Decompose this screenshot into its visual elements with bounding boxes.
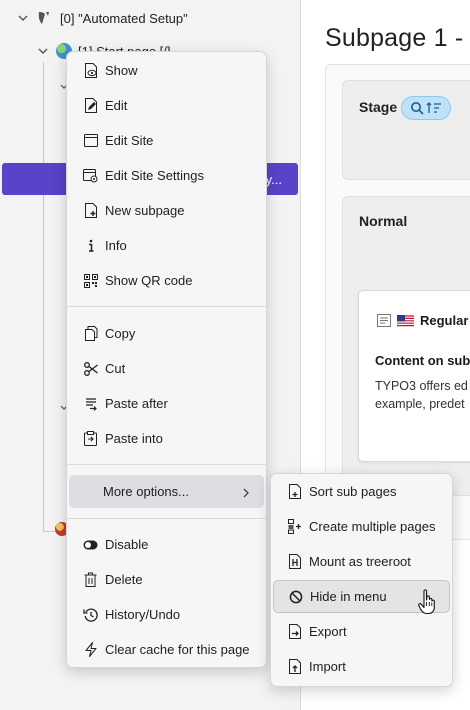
menu-item-label: Disable — [105, 537, 149, 552]
menu-item-show-qr-code[interactable]: Show QR code — [69, 264, 264, 297]
paste-after-icon — [83, 396, 98, 411]
sort-icon — [426, 102, 441, 113]
site-window-icon — [83, 133, 98, 148]
lightning-icon — [83, 642, 98, 657]
menu-item-label: Edit — [105, 98, 128, 113]
typo3-logo-icon — [36, 10, 52, 26]
export-icon — [287, 624, 302, 639]
menu-item-label: Show QR code — [105, 273, 193, 288]
paste-into-icon — [83, 431, 98, 446]
multiple-pages-icon — [287, 519, 302, 534]
submenu-item-label: Import — [309, 659, 346, 674]
chevron-down-icon[interactable] — [18, 13, 28, 23]
trash-icon — [83, 572, 98, 587]
submenu-item-export[interactable]: Export — [273, 615, 450, 648]
import-icon — [287, 659, 302, 674]
menu-item-label: More options... — [103, 484, 189, 499]
content-element-header: Regular — [377, 313, 468, 328]
sort-pages-icon — [287, 484, 302, 499]
menu-separator — [67, 464, 266, 465]
column-stage-title: Stage — [359, 99, 398, 115]
copy-icon — [83, 326, 98, 341]
hide-circle-icon — [288, 589, 303, 604]
search-icon — [411, 102, 424, 115]
menu-item-label: Edit Site — [105, 133, 154, 148]
site-settings-icon — [83, 168, 98, 183]
menu-separator — [67, 518, 266, 519]
submenu-item-label: Sort sub pages — [309, 484, 397, 499]
menu-item-copy[interactable]: Copy — [69, 317, 264, 350]
stage-search-button[interactable] — [401, 96, 451, 120]
history-icon — [83, 607, 98, 622]
menu-item-label: Delete — [105, 572, 143, 587]
context-menu: Show Edit Edit Site Edit Site Settings N… — [66, 51, 267, 668]
menu-item-label: Edit Site Settings — [105, 168, 204, 183]
us-flag-icon — [397, 314, 414, 327]
menu-item-info[interactable]: Info — [69, 229, 264, 262]
submenu-item-label: Create multiple pages — [309, 519, 436, 534]
mount-icon — [287, 554, 302, 569]
tree-node-root[interactable]: [0] "Automated Setup" — [18, 7, 188, 29]
submenu-item-import[interactable]: Import — [273, 650, 450, 683]
eye-page-icon — [83, 63, 98, 78]
scissors-icon — [83, 361, 98, 376]
menu-item-show[interactable]: Show — [69, 54, 264, 87]
content-element-type: Regular — [420, 313, 469, 328]
menu-separator — [67, 306, 266, 307]
submenu-item-label: Export — [309, 624, 347, 639]
menu-item-label: Paste after — [105, 396, 168, 411]
menu-item-label: Paste into — [105, 431, 163, 446]
hand-cursor-icon — [418, 589, 435, 615]
column-stage: Stage — [342, 80, 470, 180]
chevron-right-icon — [242, 486, 250, 501]
content-element-title: Content on sub — [375, 353, 470, 368]
menu-item-history-undo[interactable]: History/Undo — [69, 598, 264, 631]
content-element-card[interactable]: Regular Content on sub TYPO3 offers ed h… — [358, 290, 470, 462]
menu-item-edit-site[interactable]: Edit Site — [69, 124, 264, 157]
menu-item-paste-after[interactable]: Paste after — [69, 387, 264, 420]
menu-item-label: Info — [105, 238, 127, 253]
menu-item-more-options[interactable]: More options... — [69, 475, 264, 508]
info-icon — [83, 238, 98, 253]
menu-item-label: History/Undo — [105, 607, 181, 622]
toggle-icon — [83, 537, 98, 552]
menu-item-label: Cut — [105, 361, 126, 376]
qr-code-icon — [83, 273, 98, 288]
menu-item-label: New subpage — [105, 203, 185, 218]
menu-item-cut[interactable]: Cut — [69, 352, 264, 385]
submenu-item-mount-as-treeroot[interactable]: Mount as treeroot — [273, 545, 450, 578]
submenu-item-create-multiple-pages[interactable]: Create multiple pages — [273, 510, 450, 543]
menu-item-delete[interactable]: Delete — [69, 563, 264, 596]
chevron-down-icon[interactable] — [38, 46, 48, 56]
tree-node-root-label: [0] "Automated Setup" — [60, 10, 188, 26]
menu-item-clear-cache[interactable]: Clear cache for this page — [69, 633, 264, 666]
menu-item-disable[interactable]: Disable — [69, 528, 264, 561]
menu-item-edit[interactable]: Edit — [69, 89, 264, 122]
new-page-icon — [83, 203, 98, 218]
content-element-text: TYPO3 offers ed headers are acc example,… — [375, 379, 470, 411]
column-normal-title: Normal — [359, 213, 408, 229]
menu-item-label: Clear cache for this page — [105, 642, 250, 657]
submenu-item-sort-sub-pages[interactable]: Sort sub pages — [273, 475, 450, 508]
submenu-more-options: Sort sub pages Create multiple pages Mou… — [270, 473, 453, 687]
menu-item-new-subpage[interactable]: New subpage — [69, 194, 264, 227]
pencil-page-icon — [83, 98, 98, 113]
tree-guide-line — [43, 62, 44, 532]
page-title: Subpage 1 - 2 — [325, 24, 470, 52]
menu-item-edit-site-settings[interactable]: Edit Site Settings — [69, 159, 264, 192]
menu-item-label: Show — [105, 63, 138, 78]
submenu-item-label: Hide in menu — [310, 589, 387, 604]
tree-node-selected-label: y... — [265, 171, 282, 187]
submenu-item-label: Mount as treeroot — [309, 554, 411, 569]
menu-item-label: Copy — [105, 326, 136, 341]
menu-item-paste-into[interactable]: Paste into — [69, 422, 264, 455]
text-element-icon — [377, 314, 391, 327]
